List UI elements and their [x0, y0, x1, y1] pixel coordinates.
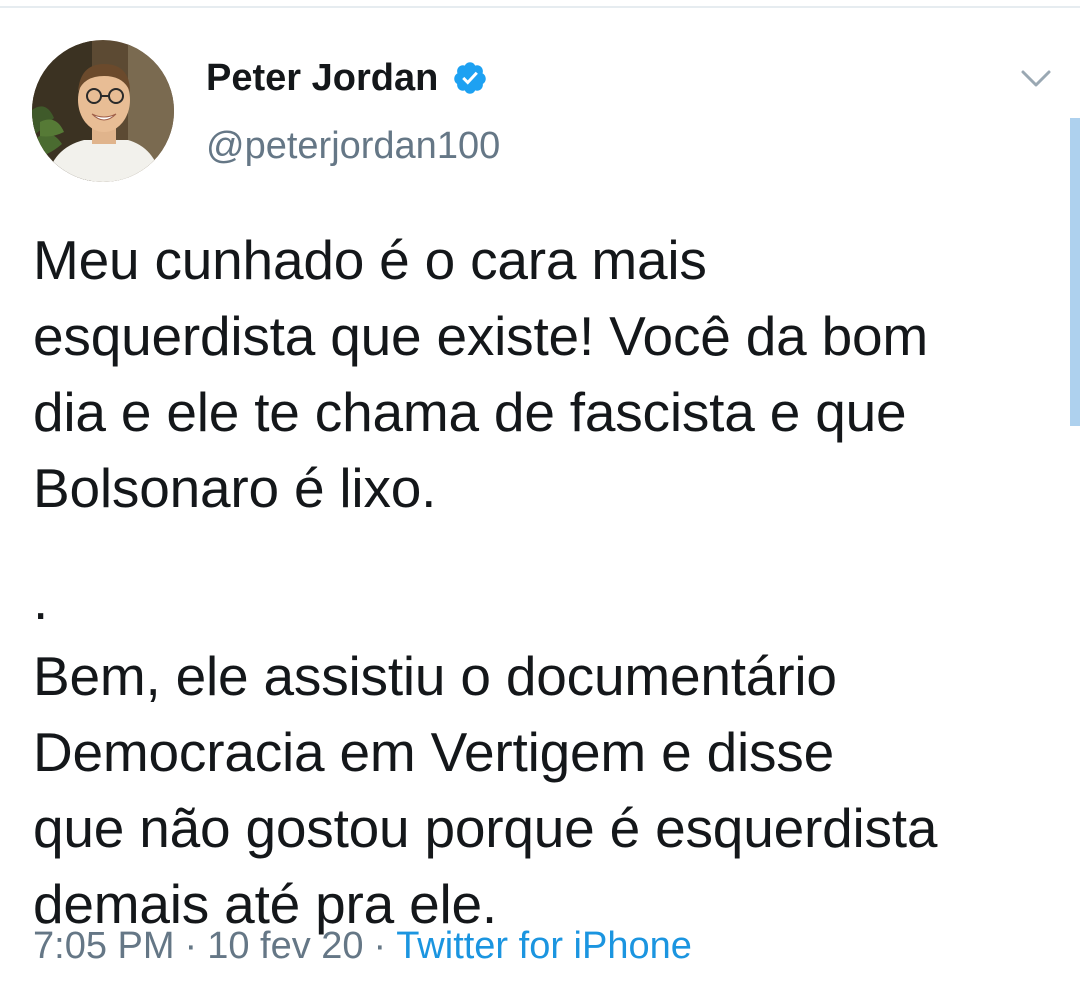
tweet-text-line: que não gostou porque é esquerdista: [33, 797, 938, 859]
tweet-text-line: esquerdista que existe! Você da bom: [33, 305, 928, 367]
top-divider: [0, 6, 1080, 8]
tweet-date[interactable]: 10 fev 20: [207, 925, 363, 967]
tweet-text-line: dia e ele te chama de fascista e que: [33, 381, 907, 443]
meta-separator: ·: [184, 925, 198, 967]
tweet-paragraph: Meu cunhado é o cara mais esquerdista qu…: [33, 222, 1043, 526]
tweet-text: Meu cunhado é o cara mais esquerdista qu…: [33, 222, 1043, 942]
author-handle[interactable]: @peterjordan100: [206, 124, 500, 168]
display-name[interactable]: Peter Jordan: [206, 56, 438, 100]
tweet-time[interactable]: 7:05 PM: [33, 925, 175, 967]
tweet-text-line: .: [33, 569, 49, 631]
tweet-text-line: Democracia em Vertigem e disse: [33, 721, 834, 783]
tweet-text-line: Meu cunhado é o cara mais: [33, 229, 707, 291]
tweet-paragraph: . Bem, ele assistiu o documentário Democ…: [33, 562, 1043, 942]
chevron-down-icon[interactable]: [1016, 62, 1056, 96]
author-name-row[interactable]: Peter Jordan: [206, 56, 488, 100]
scroll-indicator: [1070, 118, 1080, 426]
verified-badge-icon: [452, 60, 488, 96]
tweet-text-line: Bem, ele assistiu o documentário: [33, 645, 837, 707]
tweet-text-line: Bolsonaro é lixo.: [33, 457, 437, 519]
avatar[interactable]: [32, 40, 174, 182]
meta-separator: ·: [373, 925, 387, 967]
tweet-source-link[interactable]: Twitter for iPhone: [396, 925, 692, 967]
avatar-photo: [32, 40, 174, 182]
tweet-metadata: 7:05 PM · 10 fev 20 · Twitter for iPhone: [33, 922, 692, 970]
